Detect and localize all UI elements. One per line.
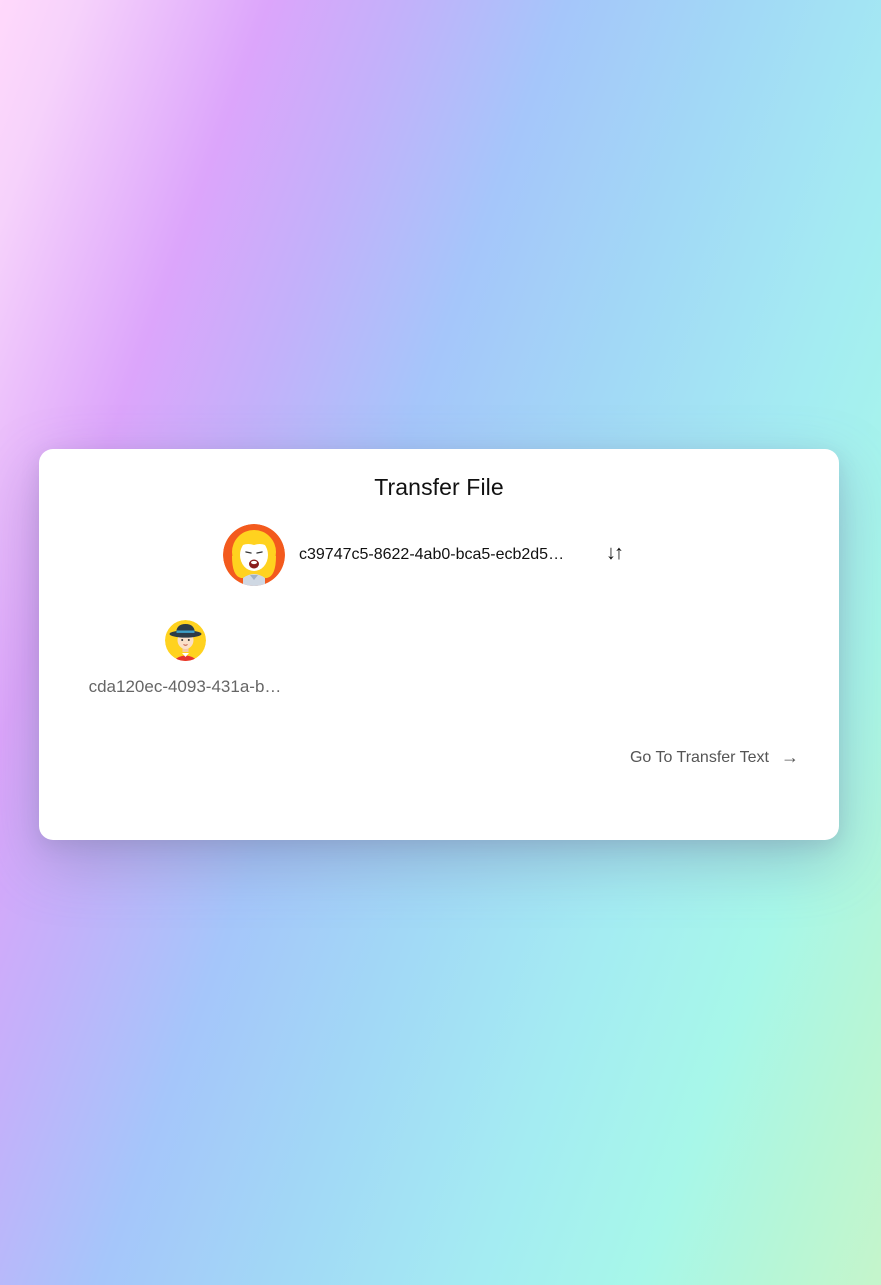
page-title: Transfer File <box>374 474 504 500</box>
peer-device[interactable]: cda120ec-4093-431a-b… <box>79 620 291 697</box>
swap-arrows-icon[interactable]: ↓↑ <box>606 542 624 565</box>
arrow-right-icon: → <box>781 747 799 767</box>
self-avatar-icon <box>223 524 285 586</box>
self-device-id: c39747c5-8622-4ab0-bca5-ecb2d5… <box>299 546 565 563</box>
transfer-card: Transfer File c39747c5-8622-4ab0-bca5-ec… <box>39 449 839 840</box>
self-device: c39747c5-8622-4ab0-bca5-ecb2d5… ↓↑ <box>223 524 624 586</box>
go-to-transfer-text-link[interactable]: Go To Transfer Text → <box>630 747 799 768</box>
peer-device-id: cda120ec-4093-431a-b… <box>88 677 282 696</box>
go-to-transfer-text-label: Go To Transfer Text <box>629 748 769 766</box>
peer-avatar-icon <box>164 620 206 661</box>
